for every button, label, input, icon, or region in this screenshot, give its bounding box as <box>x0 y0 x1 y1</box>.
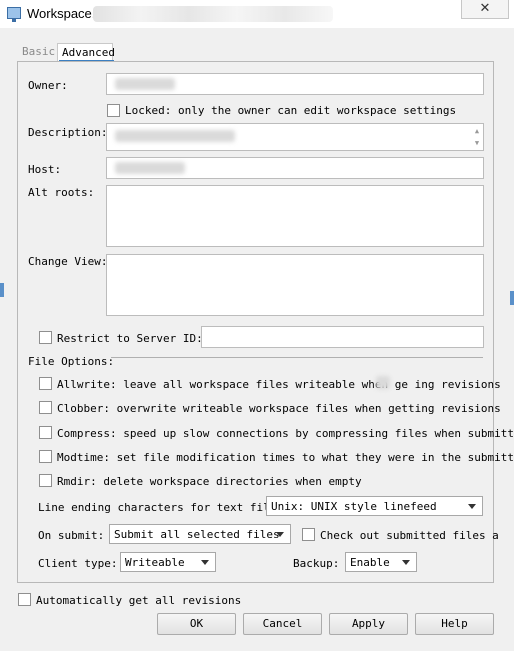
file-options-separator <box>111 357 483 358</box>
allwrite-label: Allwrite: leave all workspace files writ… <box>57 378 501 391</box>
restrict-label: Restrict to Server ID: <box>57 332 203 345</box>
line-ending-label: Line ending characters for text file: <box>38 501 284 514</box>
title-redacted <box>93 6 333 22</box>
modtime-label: Modtime: set file modification times to … <box>57 451 514 464</box>
file-options-label: File Options: <box>28 355 115 368</box>
window-edge-right <box>510 291 514 305</box>
restrict-checkbox[interactable] <box>39 331 52 344</box>
alt-roots-label: Alt roots: <box>28 186 95 199</box>
description-value-redacted <box>115 130 235 142</box>
change-view-label: Change View: <box>28 255 108 268</box>
scroll-up-icon[interactable]: ▲ <box>471 126 483 137</box>
owner-field[interactable] <box>106 73 484 95</box>
host-label: Host: <box>28 163 62 176</box>
owner-value-redacted <box>115 78 175 90</box>
description-label: Description: <box>28 126 108 139</box>
rmdir-checkbox[interactable] <box>39 474 52 487</box>
server-id-field[interactable] <box>201 326 484 348</box>
on-submit-value: Submit all selected files <box>114 528 280 541</box>
host-field[interactable] <box>106 157 484 179</box>
backup-label: Backup: <box>293 557 340 570</box>
chevron-down-icon <box>402 560 410 565</box>
chevron-down-icon <box>276 532 284 537</box>
locked-checkbox[interactable] <box>107 104 120 117</box>
client-type-value: Writeable <box>125 556 185 569</box>
line-ending-value: Unix: UNIX style linefeed <box>271 500 437 513</box>
checkout-submitted-label: Check out submitted files a <box>320 529 499 542</box>
clobber-label: Clobber: overwrite writeable workspace f… <box>57 402 501 415</box>
backup-value: Enable <box>350 556 390 569</box>
workspace-icon <box>7 7 21 22</box>
on-submit-select[interactable]: Submit all selected files <box>109 524 291 544</box>
compress-label: Compress: speed up slow connections by c… <box>57 427 514 440</box>
checkout-submitted-checkbox[interactable] <box>302 528 315 541</box>
modtime-checkbox[interactable] <box>39 450 52 463</box>
title-bar: Workspace. ✕ <box>0 0 514 28</box>
change-view-field[interactable] <box>106 254 484 316</box>
compress-checkbox[interactable] <box>39 426 52 439</box>
allwrite-checkbox[interactable] <box>39 377 52 390</box>
backup-select[interactable]: Enable <box>345 552 417 572</box>
chevron-down-icon <box>201 560 209 565</box>
locked-label: Locked: only the owner can edit workspac… <box>125 104 457 117</box>
tab-basic[interactable]: Basic <box>19 43 58 61</box>
chevron-down-icon <box>468 504 476 509</box>
ok-button[interactable]: OK <box>157 613 236 635</box>
help-button[interactable]: Help <box>415 613 494 635</box>
scroll-down-icon[interactable]: ▼ <box>471 138 483 149</box>
description-field[interactable]: ▲ ▼ <box>106 123 484 151</box>
owner-label: Owner: <box>28 79 68 92</box>
client-type-label: Client type: <box>38 557 118 570</box>
close-icon[interactable]: ✕ <box>461 0 509 19</box>
on-submit-label: On submit: <box>38 529 105 542</box>
apply-button[interactable]: Apply <box>329 613 408 635</box>
rmdir-label: Rmdir: delete workspace directories when… <box>57 475 362 488</box>
allwrite-redacted <box>376 376 390 389</box>
alt-roots-field[interactable] <box>106 185 484 247</box>
auto-get-label: Automatically get all revisions <box>36 594 242 607</box>
window-edge-left <box>0 283 4 297</box>
window-title: Workspace. <box>27 6 96 21</box>
line-ending-select[interactable]: Unix: UNIX style linefeed <box>266 496 483 516</box>
tab-advanced[interactable]: Advanced <box>57 43 115 61</box>
client-type-select[interactable]: Writeable <box>120 552 216 572</box>
clobber-checkbox[interactable] <box>39 401 52 414</box>
host-value-redacted <box>115 162 185 174</box>
auto-get-checkbox[interactable] <box>18 593 31 606</box>
cancel-button[interactable]: Cancel <box>243 613 322 635</box>
